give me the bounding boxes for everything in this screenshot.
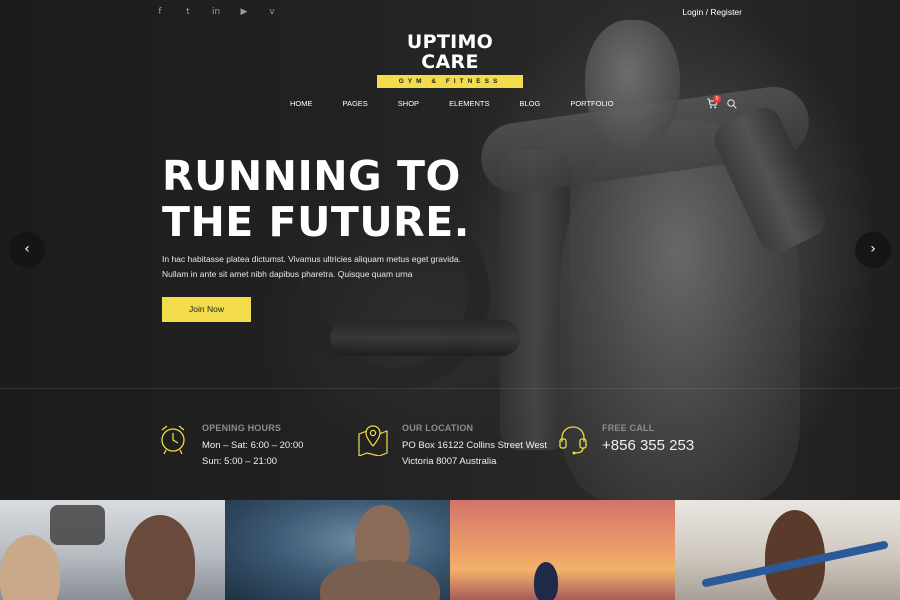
alarm-clock-icon [158, 422, 188, 456]
site-logo[interactable]: UPTIMO CARE GYM & FITNESS [377, 32, 523, 88]
logo-title: UPTIMO CARE [406, 31, 494, 73]
social-links: f t in ▶ v [156, 6, 276, 18]
join-now-button[interactable]: Join Now [162, 297, 251, 322]
linkedin-icon[interactable]: in [212, 6, 220, 18]
gallery-yoga-silhouette [534, 562, 558, 600]
vimeo-icon[interactable]: v [268, 6, 276, 18]
gallery-image-gym-class[interactable] [0, 500, 225, 600]
gallery-person-2 [125, 515, 195, 600]
nav-home[interactable]: HOME [290, 99, 313, 108]
nav-pages[interactable]: PAGES [343, 99, 368, 108]
athlete-head-image [585, 20, 680, 150]
nav-elements[interactable]: ELEMENTS [449, 99, 489, 108]
search-icon[interactable] [727, 99, 737, 109]
hero-lead-line1: In hac habitasse platea dictumst. Vivamu… [162, 254, 461, 264]
hero-headline-line1: RUNNING TO [162, 152, 461, 200]
headset-icon [558, 422, 588, 456]
nav-blog[interactable]: BLOG [520, 99, 541, 108]
hero-lead-text: In hac habitasse platea dictumst. Vivamu… [162, 252, 472, 282]
barbell-image [330, 320, 520, 356]
gallery-image-barbell-woman[interactable] [675, 500, 900, 600]
hero-headline-line2: THE FUTURE. [162, 198, 470, 246]
gallery-bike-equipment [50, 505, 105, 545]
hero-lead-line2: Nullam in ante sit amet nibh dapibus pha… [162, 269, 413, 279]
gallery-image-yoga-sunset[interactable] [450, 500, 675, 600]
location-street: PO Box 16122 Collins Street West [402, 440, 548, 451]
nav-shop[interactable]: SHOP [398, 99, 419, 108]
cart-count-badge: 0 [713, 95, 721, 103]
free-call-title: FREE CALL [602, 423, 655, 433]
opening-hours-weekdays: Mon – Sat: 6:00 – 20:00 [202, 440, 304, 451]
gallery-person-3-body [320, 560, 440, 600]
location-title: OUR LOCATION [402, 423, 474, 433]
map-pin-icon [358, 422, 388, 457]
facebook-icon[interactable]: f [156, 6, 164, 18]
location-city: Victoria 8007 Australia [402, 456, 497, 467]
slider-prev-arrow-icon[interactable]: ‹ [9, 232, 45, 268]
twitter-icon[interactable]: t [184, 6, 192, 18]
youtube-icon[interactable]: ▶ [240, 6, 248, 18]
logo-subtitle: GYM & FITNESS [377, 75, 523, 88]
login-register-link[interactable]: Login / Register [682, 7, 742, 17]
hero-headline: RUNNING TO THE FUTURE. [162, 153, 470, 245]
opening-hours-title: OPENING HOURS [202, 423, 282, 433]
phone-number[interactable]: +856 355 253 [602, 437, 694, 454]
top-bar: f t in ▶ v Login / Register [0, 0, 900, 26]
gallery-strip [0, 500, 900, 600]
slider-next-arrow-icon[interactable]: › [855, 232, 891, 268]
gallery-image-athlete[interactable] [225, 500, 450, 600]
gallery-person-1 [0, 535, 60, 600]
nav-portfolio[interactable]: PORTFOLIO [570, 99, 613, 108]
opening-hours-sunday: Sun: 5:00 – 21:00 [202, 456, 278, 467]
main-navigation: HOME PAGES SHOP ELEMENTS BLOG PORTFOLIO [290, 99, 644, 108]
section-divider [0, 388, 900, 389]
